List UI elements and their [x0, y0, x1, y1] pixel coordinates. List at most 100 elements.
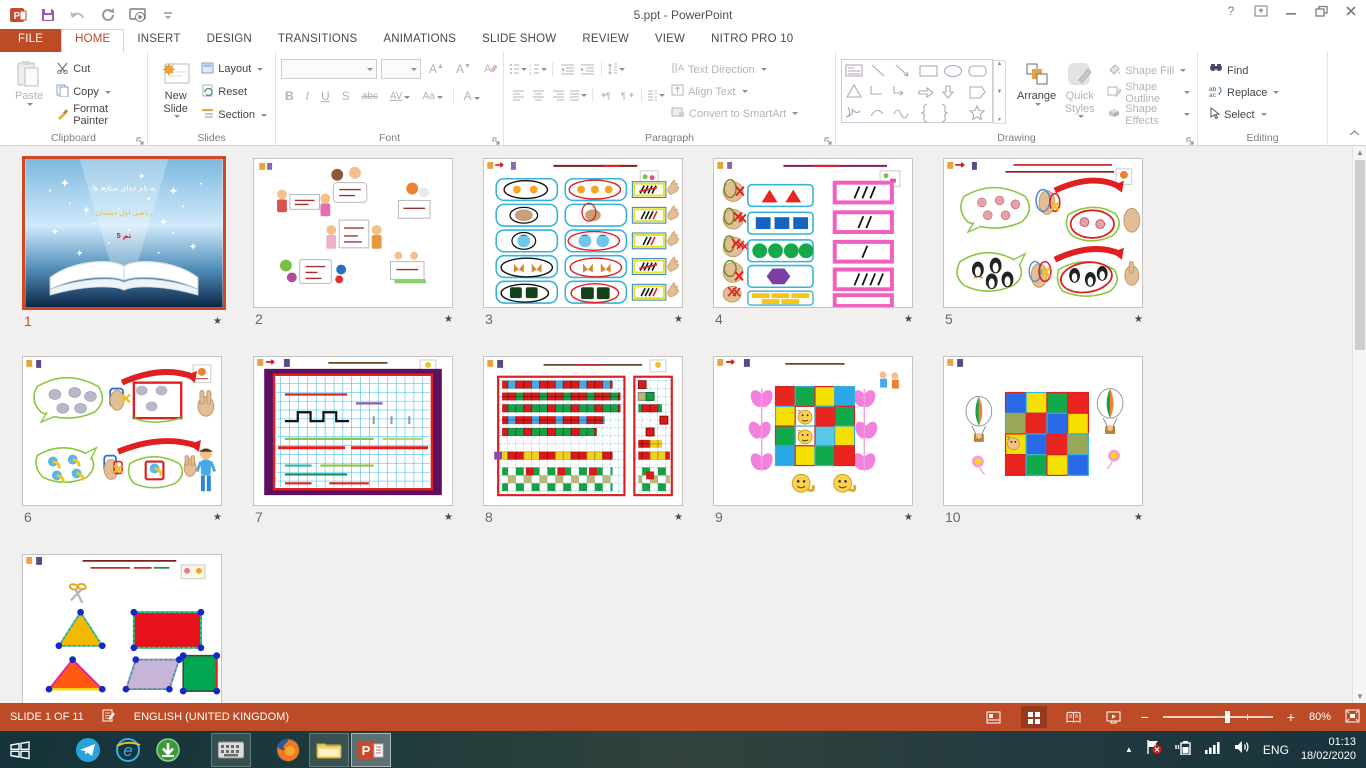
slide-sorter-view-button[interactable]	[1021, 706, 1047, 728]
quick-styles-button[interactable]: Quick Styles	[1058, 55, 1101, 127]
shapes-more-icon[interactable]: ▾	[998, 116, 1001, 123]
tray-expand-icon[interactable]: ▲	[1125, 745, 1133, 754]
align-right-button[interactable]	[549, 86, 567, 104]
tab-insert[interactable]: INSERT	[124, 29, 193, 52]
paragraph-dialog-launcher[interactable]	[824, 133, 833, 142]
text-shadow-button[interactable]: S	[338, 87, 354, 105]
columns-button[interactable]	[647, 86, 665, 104]
bold-button[interactable]: B	[281, 87, 298, 105]
tab-home[interactable]: HOME	[61, 29, 124, 52]
font-size-combo[interactable]	[381, 59, 421, 79]
internet-explorer-icon[interactable]: e	[108, 731, 148, 768]
font-name-combo[interactable]	[281, 59, 377, 79]
section-button[interactable]: Section	[198, 105, 270, 125]
help-button[interactable]: ?	[1216, 0, 1246, 22]
tray-clock[interactable]: 01:13 18/02/2020	[1301, 736, 1356, 764]
slide-thumbnail-8[interactable]	[483, 356, 683, 506]
action-center-icon[interactable]	[1145, 739, 1163, 760]
download-manager-icon[interactable]	[148, 731, 188, 768]
drawing-dialog-launcher[interactable]	[1186, 133, 1195, 142]
zoom-slider-thumb[interactable]	[1225, 711, 1230, 723]
new-slide-button[interactable]: New Slide	[153, 55, 198, 127]
character-spacing-button[interactable]: AV	[386, 89, 415, 104]
volume-icon[interactable]	[1234, 740, 1251, 759]
layout-button[interactable]: Layout	[198, 59, 270, 79]
slide-thumbnail-1[interactable]: به نام خدای ستاره ها ریاضی اول دبستان تم…	[22, 156, 226, 310]
strikethrough-button[interactable]: abc	[358, 89, 382, 104]
clipboard-dialog-launcher[interactable]	[136, 133, 145, 142]
replace-button[interactable]: abac Replace	[1209, 83, 1279, 102]
shapes-scroll-up-icon[interactable]: ▲	[997, 61, 1003, 67]
shapes-gallery[interactable]: ▲ ▼ ▾	[841, 59, 993, 123]
paste-button[interactable]: Paste	[5, 55, 53, 127]
slide-thumbnail-7[interactable]	[253, 356, 453, 506]
clear-formatting-button[interactable]: A	[479, 59, 502, 79]
vertical-scrollbar[interactable]: ▲ ▼	[1352, 146, 1366, 703]
italic-button[interactable]: I	[302, 87, 313, 105]
increase-font-size-button[interactable]: A▲	[425, 60, 448, 78]
tab-transitions[interactable]: TRANSITIONS	[265, 29, 371, 52]
reset-button[interactable]: Reset	[198, 82, 270, 102]
slide-thumbnail-10[interactable]: ?	[943, 356, 1143, 506]
tab-design[interactable]: DESIGN	[194, 29, 265, 52]
font-color-button[interactable]: A	[460, 87, 484, 105]
line-spacing-button[interactable]	[607, 60, 625, 78]
fit-slide-to-window-button[interactable]	[1345, 709, 1360, 726]
shape-fill-button[interactable]: Shape Fill	[1107, 61, 1190, 80]
shapes-scroll-down-icon[interactable]: ▼	[997, 89, 1003, 95]
underline-button[interactable]: U	[317, 87, 334, 105]
tab-nitro-pro[interactable]: NITRO PRO 10	[698, 29, 806, 52]
zoom-level[interactable]: 80%	[1309, 711, 1331, 723]
zoom-slider[interactable]	[1163, 716, 1273, 718]
telegram-icon[interactable]	[68, 731, 108, 768]
firefox-icon[interactable]	[268, 731, 308, 768]
powerpoint-taskbar-button[interactable]: P	[351, 733, 391, 767]
tab-view[interactable]: VIEW	[642, 29, 698, 52]
justify-button[interactable]	[569, 86, 587, 104]
arrange-button[interactable]: Arrange	[1015, 55, 1058, 127]
reading-view-button[interactable]	[1061, 706, 1087, 728]
on-screen-keyboard-button[interactable]	[211, 733, 251, 767]
tab-review[interactable]: REVIEW	[569, 29, 642, 52]
zoom-out-button[interactable]: −	[1141, 709, 1149, 725]
network-signal-icon[interactable]	[1205, 740, 1222, 759]
font-dialog-launcher[interactable]	[492, 133, 501, 142]
tab-animations[interactable]: ANIMATIONS	[370, 29, 469, 52]
format-painter-button[interactable]: Format Painter	[53, 105, 142, 125]
slide-thumbnail-4[interactable]	[713, 158, 913, 308]
tray-language[interactable]: ENG	[1263, 743, 1289, 757]
slide-thumbnail-2[interactable]	[253, 158, 453, 308]
normal-view-button[interactable]	[981, 706, 1007, 728]
shape-outline-button[interactable]: Shape Outline	[1107, 83, 1190, 102]
shapes-gallery-scrollbar[interactable]: ▲ ▼ ▾	[993, 60, 1006, 124]
slide-thumbnail-6[interactable]	[22, 356, 222, 506]
close-button[interactable]	[1336, 0, 1366, 22]
numbering-button[interactable]: 123	[529, 60, 547, 78]
tab-slide-show[interactable]: SLIDE SHOW	[469, 29, 569, 52]
notes-icon[interactable]	[102, 709, 116, 725]
find-button[interactable]: Find	[1209, 61, 1279, 80]
ltr-text-direction-button[interactable]: ¶	[598, 86, 616, 104]
text-direction-button[interactable]: A Text Direction	[671, 60, 798, 79]
decrease-font-size-button[interactable]: A▼	[452, 60, 475, 78]
align-text-button[interactable]: Align Text	[671, 82, 798, 101]
increase-indent-button[interactable]	[578, 60, 596, 78]
copy-button[interactable]: Copy	[53, 82, 142, 102]
rtl-text-direction-button[interactable]: ¶	[618, 86, 636, 104]
slide-show-button[interactable]	[1101, 706, 1127, 728]
decrease-indent-button[interactable]	[558, 60, 576, 78]
bullets-button[interactable]	[509, 60, 527, 78]
tab-file[interactable]: FILE	[0, 29, 61, 52]
shape-effects-button[interactable]: Shape Effects	[1107, 105, 1190, 124]
battery-icon[interactable]	[1175, 740, 1193, 760]
slide-thumbnail-9[interactable]: ? ?	[713, 356, 913, 506]
zoom-in-button[interactable]: +	[1287, 709, 1295, 725]
cut-button[interactable]: Cut	[53, 59, 142, 79]
convert-to-smartart-button[interactable]: Convert to SmartArt	[671, 104, 798, 123]
start-button[interactable]	[0, 731, 40, 768]
align-left-button[interactable]	[509, 86, 527, 104]
slide-thumbnail-3[interactable]	[483, 158, 683, 308]
minimize-button[interactable]	[1276, 0, 1306, 22]
file-explorer-button[interactable]	[309, 733, 349, 767]
scrollbar-thumb[interactable]	[1355, 160, 1365, 350]
